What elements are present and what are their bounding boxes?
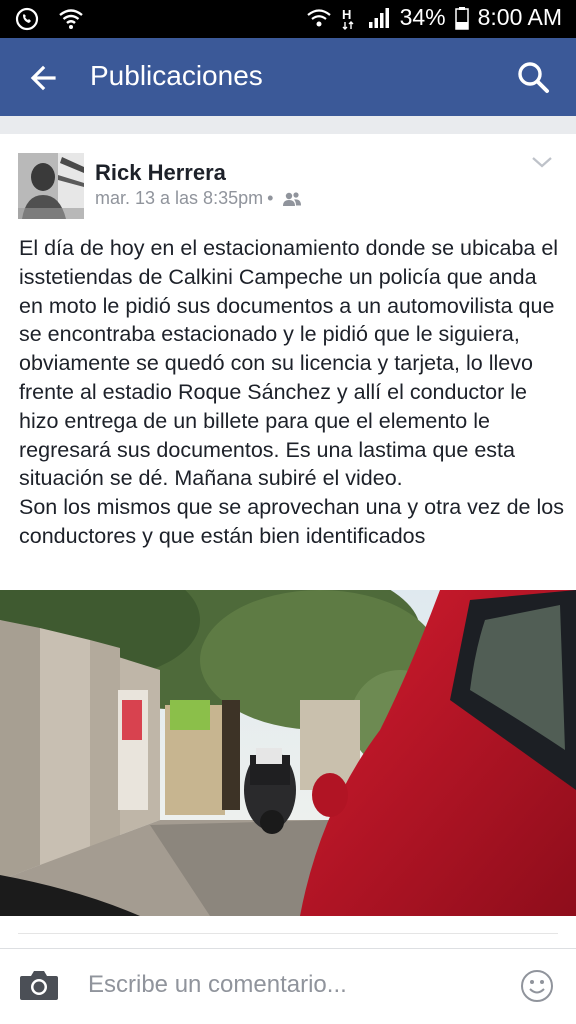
post-date[interactable]: mar. 13 a las 8:35pm [95, 188, 263, 209]
wifi-icon [306, 8, 331, 26]
author-name[interactable]: Rick Herrera [95, 160, 226, 186]
post-meta: mar. 13 a las 8:35pm • [95, 188, 303, 209]
post-header: Rick Herrera mar. 13 a las 8:35pm • [0, 134, 576, 234]
search-icon[interactable] [514, 58, 554, 98]
battery-percent: 34% [399, 4, 446, 30]
meta-separator: • [267, 188, 274, 208]
signal-icon [368, 7, 389, 28]
clock: 8:00 AM [477, 4, 562, 30]
battery-icon [454, 6, 469, 30]
network-h-icon: H [342, 7, 354, 30]
status-bar: H 34% 8:00 AM [0, 0, 576, 38]
svg-text:H: H [342, 7, 351, 22]
feed-divider [0, 116, 576, 134]
comment-input[interactable] [88, 963, 488, 1007]
app-bar: Publicaciones [0, 38, 576, 116]
chevron-down-icon[interactable] [530, 154, 554, 170]
avatar[interactable] [18, 153, 84, 219]
camera-icon[interactable] [18, 967, 60, 1003]
whatsapp-icon [15, 7, 39, 31]
post-paragraph: El día de hoy en el estacionamiento dond… [19, 236, 559, 491]
emoji-icon[interactable] [520, 969, 554, 1003]
post-footer-divider [18, 933, 558, 934]
friends-icon [283, 191, 302, 206]
comment-bar [0, 948, 576, 1024]
back-arrow-icon[interactable] [24, 58, 64, 98]
post-text: El día de hoy en el estacionamiento dond… [19, 234, 564, 551]
wifi-icon [59, 9, 83, 29]
post-paragraph: Son los mismos que se aprovechan una y o… [19, 495, 564, 548]
post-photo[interactable] [0, 590, 576, 916]
page-title: Publicaciones [90, 60, 263, 91]
